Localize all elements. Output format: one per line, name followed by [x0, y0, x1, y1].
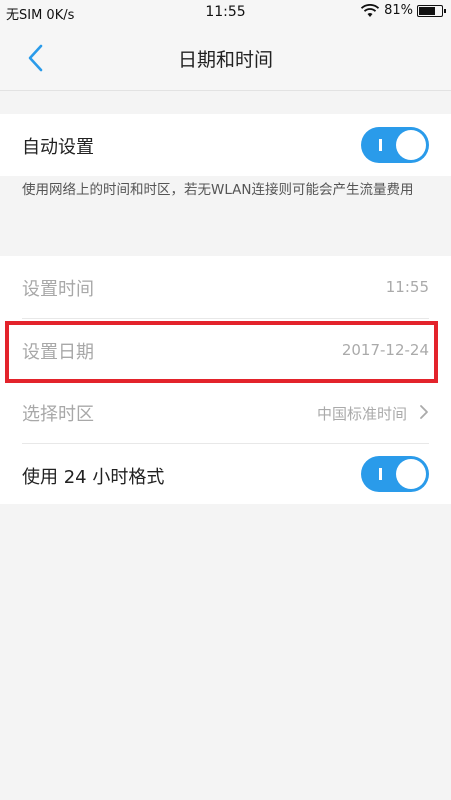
- auto-setting-hint: 使用网络上的时间和时区，若无WLAN连接则可能会产生流量费用: [22, 182, 414, 198]
- wifi-icon: [360, 3, 380, 17]
- auto-setting-row[interactable]: 自动设置: [0, 114, 451, 176]
- timezone-label: 选择时区: [22, 404, 94, 425]
- format-24h-toggle[interactable]: [361, 456, 429, 492]
- toggle-knob: [396, 459, 426, 489]
- format-24h-row[interactable]: 使用 24 小时格式: [0, 444, 451, 504]
- status-bar: 无SIM 0K/s 11:55 81%: [0, 0, 451, 26]
- toggle-on-mark: [379, 139, 382, 151]
- battery-percent: 81%: [384, 3, 413, 18]
- toggle-on-mark: [379, 468, 382, 480]
- settings-list: 设置时间 11:55 设置日期 2017-12-24 选择时区 中国标准时间 使…: [0, 256, 451, 504]
- toggle-knob: [396, 130, 426, 160]
- page-title: 日期和时间: [177, 49, 273, 71]
- auto-setting-toggle[interactable]: [361, 127, 429, 163]
- set-date-value: 2017-12-24: [341, 341, 429, 359]
- set-time-label: 设置时间: [22, 279, 94, 300]
- timezone-row[interactable]: 选择时区 中国标准时间: [0, 381, 451, 443]
- battery-fill: [419, 6, 436, 15]
- status-right: 81%: [360, 3, 446, 18]
- format-24h-label: 使用 24 小时格式: [22, 467, 165, 488]
- timezone-value: 中国标准时间: [316, 405, 407, 423]
- nav-bar: 日期和时间: [0, 26, 451, 91]
- set-time-row[interactable]: 设置时间 11:55: [0, 256, 451, 318]
- set-date-row[interactable]: 设置日期 2017-12-24: [0, 319, 451, 381]
- set-date-label: 设置日期: [22, 342, 94, 363]
- auto-setting-label: 自动设置: [22, 137, 94, 158]
- set-time-value: 11:55: [385, 278, 429, 296]
- battery-icon: [417, 4, 446, 17]
- chevron-right-icon: [420, 405, 428, 419]
